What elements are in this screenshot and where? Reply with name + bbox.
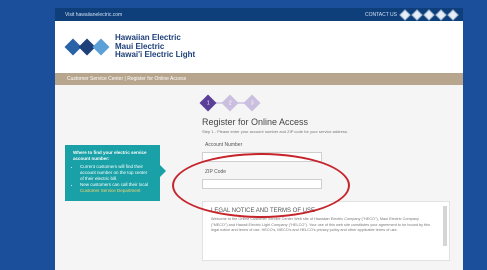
diamond-icon[interactable] xyxy=(435,8,447,21)
account-number-label: Account Number xyxy=(205,142,243,148)
logo-text: Hawaiian Electric Maui Electric Hawai'i … xyxy=(115,33,196,60)
customer-service-link[interactable]: Customer Service Department xyxy=(80,188,141,193)
logo-icon[interactable] xyxy=(64,38,110,56)
help-panel: Where to find your electric service acco… xyxy=(65,145,166,201)
page-title: Register for Online Access xyxy=(202,117,309,127)
top-bar: Visit hawaiianelectric.com CONTACT US xyxy=(55,8,463,21)
legal-scrollbar[interactable] xyxy=(443,206,447,246)
help-bullet-1: Current customers will find their accoun… xyxy=(80,164,152,182)
step-2: 2 xyxy=(221,94,239,112)
step-2-label: 2 xyxy=(228,100,232,106)
help-bullet-2: New customers can call their local Custo… xyxy=(80,182,152,194)
logo-diamond xyxy=(92,38,110,56)
header: Hawaiian Electric Maui Electric Hawai'i … xyxy=(55,21,463,73)
step-1-label: 1 xyxy=(206,100,210,106)
legal-text: Welcome to the Online Customer Service C… xyxy=(211,217,430,233)
help-heading: Where to find your electric service acco… xyxy=(73,150,147,162)
diamond-icon[interactable] xyxy=(447,8,459,21)
contact-us-link[interactable]: CONTACT US xyxy=(365,12,397,18)
breadcrumb[interactable]: Customer Service Center | Register for O… xyxy=(55,73,463,85)
diamond-icon[interactable] xyxy=(399,8,411,21)
site-link[interactable]: Visit hawaiianelectric.com xyxy=(65,12,122,18)
page: Visit hawaiianelectric.com CONTACT US Ha… xyxy=(55,8,463,270)
step-indicator: 1 2 3 xyxy=(199,94,261,112)
top-bar-right: CONTACT US xyxy=(365,8,459,21)
step-3-label: 3 xyxy=(250,100,254,106)
help-list: Current customers will find their accoun… xyxy=(73,164,152,194)
diamond-icon[interactable] xyxy=(423,8,435,21)
help-bullet-2-text: New customers can call their local xyxy=(80,182,149,188)
logo-line-3: Hawai'i Electric Light xyxy=(115,50,196,60)
page-subtitle: Step 1 - Please enter your account numbe… xyxy=(202,129,349,134)
diamond-icon[interactable] xyxy=(411,8,423,21)
step-3: 3 xyxy=(243,94,261,112)
step-1: 1 xyxy=(199,94,217,112)
annotation-circle xyxy=(172,153,350,218)
